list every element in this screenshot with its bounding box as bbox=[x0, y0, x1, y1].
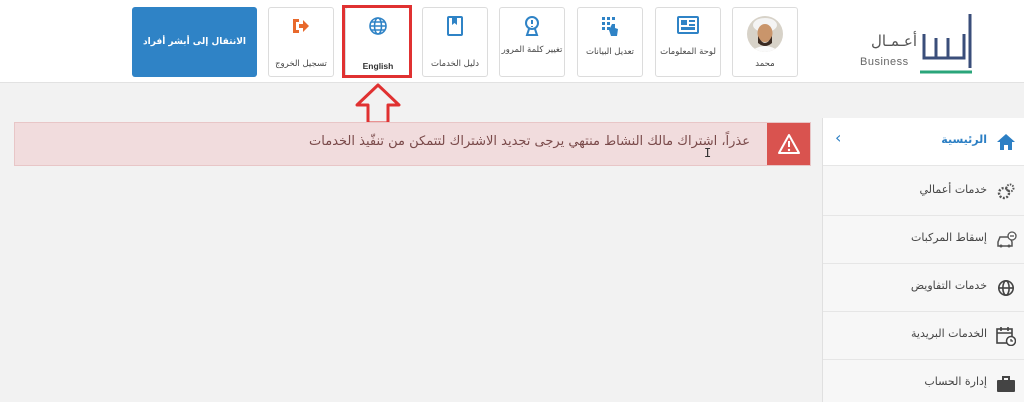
globe-icon bbox=[995, 277, 1017, 299]
calendar-clock-icon bbox=[995, 325, 1017, 347]
services-guide-tile[interactable]: دليل الخدمات bbox=[422, 7, 488, 77]
book-icon bbox=[447, 16, 463, 36]
car-remove-icon bbox=[995, 229, 1017, 251]
alert-icon-box bbox=[767, 123, 810, 165]
touch-grid-icon bbox=[602, 17, 618, 36]
sign-out-icon bbox=[293, 19, 309, 33]
sidebar-item-label: إسقاط المركبات bbox=[911, 231, 987, 244]
sidebar: ‹ الرئيسية خدمات أعمالي إسقاط المركبات خ… bbox=[822, 118, 1024, 402]
sidebar-item-label: خدمات أعمالي bbox=[919, 183, 987, 196]
dashboard-tile[interactable]: لوحة المعلومات bbox=[655, 7, 721, 77]
highlight-box bbox=[342, 5, 412, 78]
edit-data-tile[interactable]: تعديل البيانات bbox=[577, 7, 643, 77]
logo-english-text: Business bbox=[860, 56, 909, 68]
absher-business-logo[interactable]: أعـمـال Business bbox=[858, 6, 978, 76]
change-password-label: تغيير كلمة المرور bbox=[501, 45, 563, 55]
sidebar-item-label: الرئيسية bbox=[941, 133, 987, 146]
avatar bbox=[747, 16, 783, 52]
user-profile-tile[interactable]: محمد bbox=[732, 7, 798, 77]
top-header: أعـمـال Business محمد لوحة المعلومات تعد… bbox=[0, 0, 1024, 83]
change-password-tile[interactable]: تغيير كلمة المرور bbox=[499, 7, 565, 77]
edit-data-label: تعديل البيانات bbox=[585, 47, 635, 57]
home-icon bbox=[995, 131, 1017, 153]
text-cursor-icon: I bbox=[704, 146, 712, 160]
sidebar-item-my-business-services[interactable]: خدمات أعمالي bbox=[823, 168, 1024, 216]
sidebar-item-postal-services[interactable]: الخدمات البريدية bbox=[823, 312, 1024, 360]
absher-logo-mark-icon bbox=[920, 14, 972, 74]
logout-tile[interactable]: تسجيل الخروج bbox=[268, 7, 334, 77]
user-name: محمد bbox=[755, 59, 775, 69]
subscription-expired-alert: عذراً، اشتراك مالك النشاط منتهي يرجى تجد… bbox=[14, 122, 811, 166]
logout-label: تسجيل الخروج bbox=[275, 59, 327, 69]
dashboard-icon bbox=[677, 16, 699, 34]
sidebar-item-vehicle-removal[interactable]: إسقاط المركبات bbox=[823, 216, 1024, 264]
alert-message: عذراً، اشتراك مالك النشاط منتهي يرجى تجد… bbox=[309, 134, 750, 149]
warning-triangle-icon bbox=[777, 134, 800, 154]
sidebar-item-home[interactable]: ‹ الرئيسية bbox=[823, 118, 1024, 166]
go-to-absher-individuals-button[interactable]: الانتقال إلى أبشر أفراد bbox=[132, 7, 257, 77]
sidebar-item-delegation-services[interactable]: خدمات التفاويض bbox=[823, 264, 1024, 312]
sidebar-item-account-management[interactable]: إدارة الحساب bbox=[823, 360, 1024, 402]
pointer-arrow-icon bbox=[355, 83, 401, 125]
dashboard-label: لوحة المعلومات bbox=[660, 47, 716, 57]
gears-icon bbox=[995, 181, 1017, 203]
sidebar-item-label: إدارة الحساب bbox=[924, 375, 987, 388]
services-guide-label: دليل الخدمات bbox=[430, 59, 480, 69]
key-lock-icon bbox=[525, 16, 539, 36]
chevron-left-icon[interactable]: ‹ bbox=[835, 128, 841, 147]
sidebar-item-label: الخدمات البريدية bbox=[911, 327, 987, 340]
logo-arabic-text: أعـمـال bbox=[871, 32, 918, 50]
briefcase-icon bbox=[995, 373, 1017, 395]
sidebar-item-label: خدمات التفاويض bbox=[910, 279, 987, 292]
